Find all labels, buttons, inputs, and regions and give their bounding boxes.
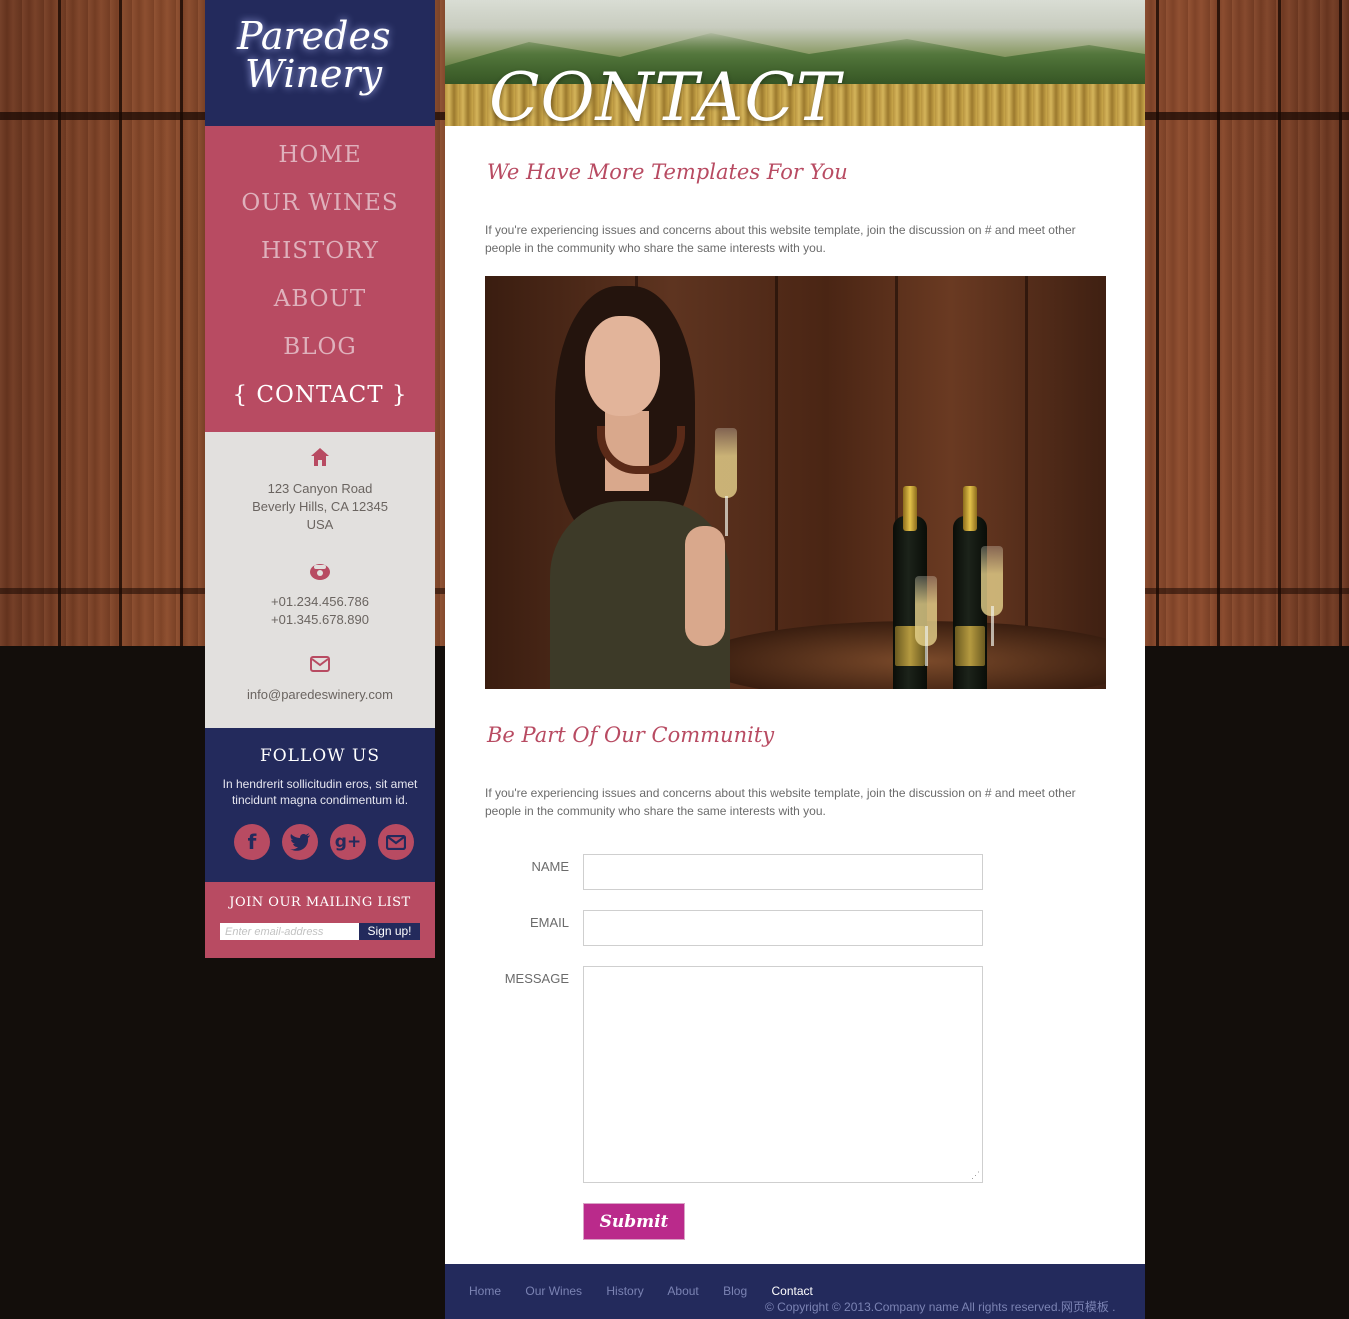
address-line3: USA — [306, 517, 334, 532]
home-icon — [205, 446, 435, 471]
twitter-icon[interactable] — [282, 824, 318, 860]
submit-button[interactable]: Submit — [584, 1204, 684, 1239]
facebook-icon[interactable]: f — [234, 824, 270, 860]
footer-link-our-wines[interactable]: Our Wines — [525, 1284, 582, 1298]
mail-icon — [205, 656, 435, 675]
footer-nav: Home Our Wines History About Blog Contac… — [469, 1284, 834, 1298]
section-text-community: If you're experiencing issues and concer… — [485, 786, 1076, 818]
name-label: NAME — [531, 859, 569, 874]
follow-title: FOLLOW US — [259, 746, 381, 766]
mailing-email-input[interactable] — [220, 923, 359, 940]
contact-email[interactable]: info@paredeswinery.com — [205, 686, 435, 704]
follow-us-panel: FOLLOW US In hendrerit sollicitudin eros… — [205, 728, 435, 882]
footer-link-home[interactable]: Home — [469, 1284, 501, 1298]
email-label: EMAIL — [529, 915, 569, 930]
hero-photo — [485, 276, 1106, 689]
footer-link-about[interactable]: About — [667, 1284, 698, 1298]
logo-line2: Winery — [245, 52, 383, 96]
nav-item-our-wines[interactable]: OUR WINES — [205, 186, 435, 234]
main-nav: HOME OUR WINES HISTORY ABOUT BLOG { CONT… — [205, 126, 435, 432]
social-links: f g+ — [234, 824, 414, 860]
main-content: CONTACT We Have More Templates For You I… — [445, 0, 1145, 1264]
nav-item-blog[interactable]: BLOG — [205, 330, 435, 378]
email-icon[interactable] — [378, 824, 414, 860]
address-line1: 123 Canyon Road — [267, 481, 373, 496]
message-field[interactable] — [583, 966, 983, 1183]
nav-item-contact[interactable]: { CONTACT } — [205, 378, 435, 426]
message-label: MESSAGE — [504, 971, 569, 986]
follow-text: In hendrerit sollicitudin eros, sit amet… — [222, 777, 418, 807]
footer-link-blog[interactable]: Blog — [723, 1284, 747, 1298]
phone-1: +01.234.456.786 — [271, 594, 369, 609]
mailing-list-panel: JOIN OUR MAILING LIST Sign up! — [205, 882, 435, 958]
email-field[interactable] — [583, 910, 983, 946]
footer-link-history[interactable]: History — [606, 1284, 643, 1298]
nav-item-history[interactable]: HISTORY — [205, 234, 435, 282]
page-title: CONTACT — [489, 59, 841, 126]
name-field[interactable] — [583, 854, 983, 890]
nav-item-home[interactable]: HOME — [205, 138, 435, 186]
footer-link-contact[interactable]: Contact — [771, 1284, 812, 1298]
logo[interactable]: Paredes Winery — [205, 0, 435, 126]
section-heading-templates: We Have More Templates For You — [487, 160, 848, 184]
copyright-text: © Copyright © 2013.Company name All righ… — [765, 1300, 1116, 1314]
sidebar: Paredes Winery HOME OUR WINES HISTORY AB… — [205, 0, 435, 958]
nav-item-about[interactable]: ABOUT — [205, 282, 435, 330]
hero-banner: CONTACT — [445, 0, 1145, 126]
phone-2: +01.345.678.890 — [271, 612, 369, 627]
contact-info: 123 Canyon Road Beverly Hills, CA 12345 … — [205, 432, 435, 728]
resize-handle[interactable]: ⋰ — [971, 1170, 980, 1181]
mailing-title: JOIN OUR MAILING LIST — [229, 895, 411, 910]
section-heading-community: Be Part Of Our Community — [487, 723, 775, 747]
phone-icon — [205, 561, 435, 584]
footer: Home Our Wines History About Blog Contac… — [445, 1264, 1145, 1319]
address-line2: Beverly Hills, CA 12345 — [252, 499, 388, 514]
sign-up-button[interactable]: Sign up! — [359, 923, 420, 940]
google-plus-icon[interactable]: g+ — [330, 824, 366, 860]
section-text-templates: If you're experiencing issues and concer… — [485, 223, 1076, 255]
